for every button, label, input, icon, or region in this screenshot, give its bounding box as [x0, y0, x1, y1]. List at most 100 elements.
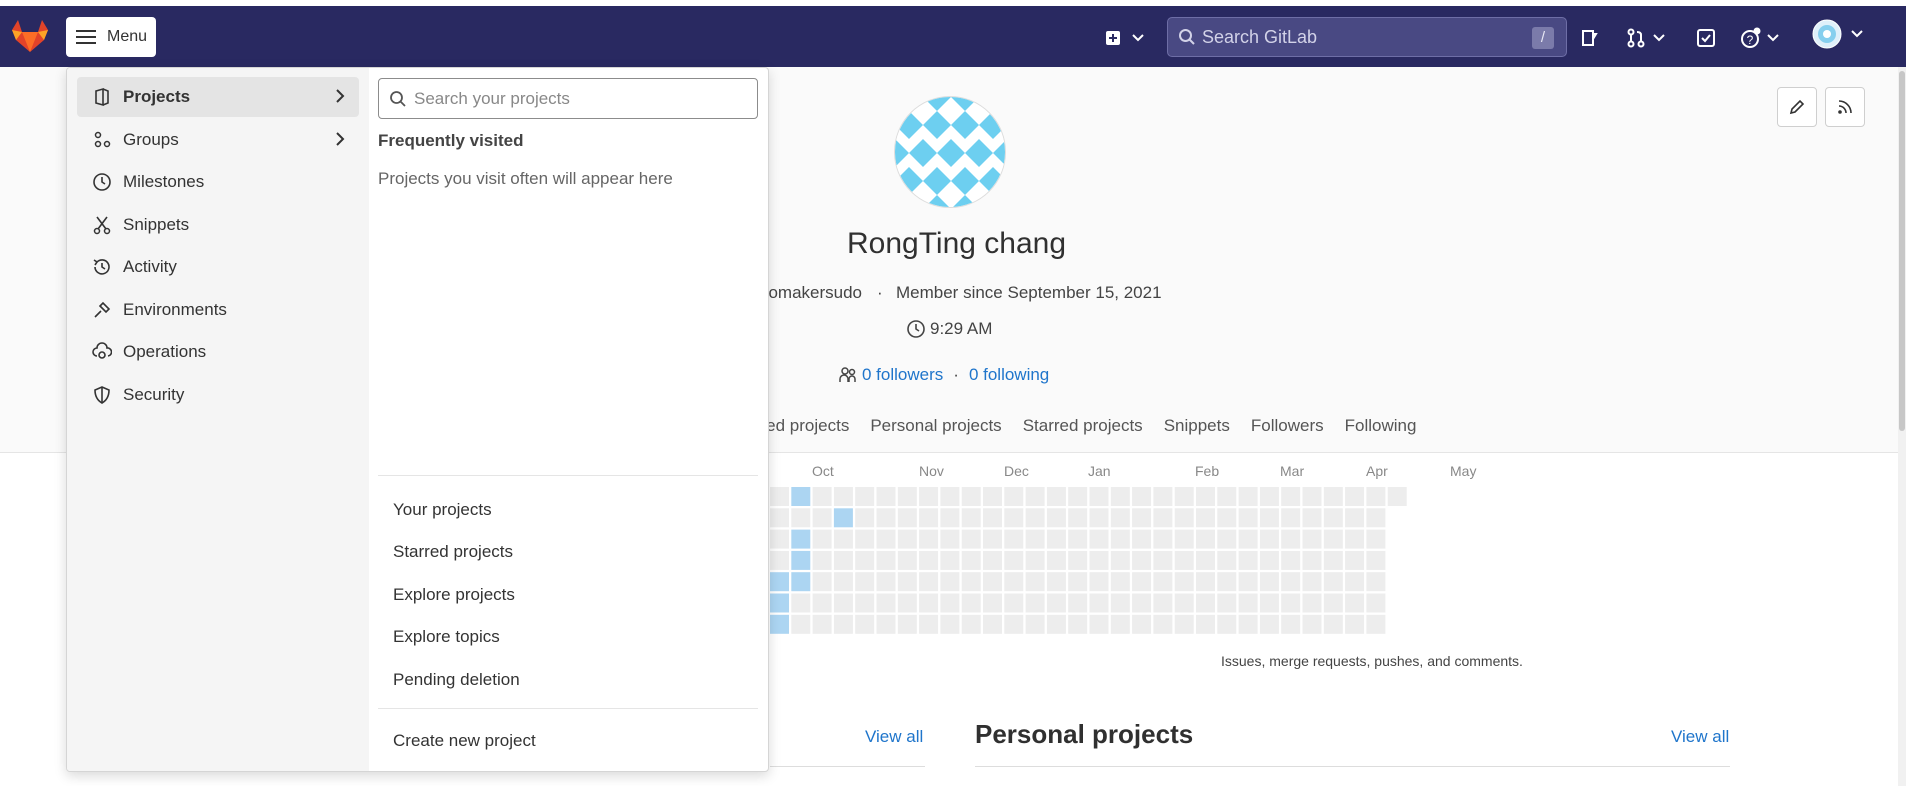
calendar-day[interactable]	[1259, 614, 1279, 634]
calendar-day[interactable]	[1323, 508, 1343, 528]
calendar-day[interactable]	[897, 614, 917, 634]
calendar-day[interactable]	[983, 614, 1002, 634]
your-projects-link[interactable]: Your projects	[393, 500, 492, 520]
calendar-day[interactable]	[1323, 593, 1343, 613]
calendar-day[interactable]	[919, 508, 939, 528]
calendar-day[interactable]	[1110, 572, 1130, 592]
calendar-day[interactable]	[1153, 572, 1173, 592]
calendar-day[interactable]	[897, 572, 917, 592]
calendar-day[interactable]	[1132, 529, 1152, 549]
calendar-day[interactable]	[961, 487, 981, 506]
calendar-day[interactable]	[961, 529, 981, 549]
calendar-day[interactable]	[1366, 508, 1386, 528]
calendar-day[interactable]	[855, 614, 875, 634]
calendar-day[interactable]	[1366, 487, 1386, 506]
calendar-day[interactable]	[1302, 614, 1322, 634]
personal-view-all-link[interactable]: View all	[1671, 727, 1729, 747]
calendar-day[interactable]	[1302, 487, 1322, 506]
calendar-day[interactable]	[1217, 572, 1237, 592]
calendar-day[interactable]	[961, 614, 981, 634]
calendar-day[interactable]	[1323, 614, 1343, 634]
calendar-day[interactable]	[833, 550, 853, 570]
calendar-day[interactable]	[833, 529, 853, 549]
calendar-day[interactable]	[1238, 593, 1258, 613]
calendar-day[interactable]	[919, 550, 939, 570]
calendar-day[interactable]	[1387, 487, 1407, 506]
calendar-day[interactable]	[1323, 572, 1343, 592]
calendar-day[interactable]	[791, 572, 811, 592]
menu-item-projects[interactable]: Projects	[77, 77, 359, 117]
calendar-day[interactable]	[1217, 508, 1237, 528]
calendar-day[interactable]	[1068, 487, 1088, 506]
calendar-day[interactable]	[1174, 487, 1194, 506]
calendar-day[interactable]	[1046, 550, 1066, 570]
calendar-day[interactable]	[876, 487, 896, 506]
menu-item-groups[interactable]: Groups	[77, 120, 359, 160]
global-search-input[interactable]: Search GitLab /	[1167, 17, 1567, 57]
calendar-day[interactable]	[961, 508, 981, 528]
calendar-day[interactable]	[983, 593, 1002, 613]
calendar-day[interactable]	[1217, 487, 1237, 506]
calendar-day[interactable]	[1259, 593, 1279, 613]
calendar-day[interactable]	[1281, 529, 1301, 549]
pending-deletion-link[interactable]: Pending deletion	[393, 670, 520, 690]
calendar-day[interactable]	[1110, 508, 1130, 528]
calendar-day[interactable]	[1238, 614, 1258, 634]
menu-item-security[interactable]: Security	[77, 375, 359, 415]
calendar-day[interactable]	[833, 572, 853, 592]
calendar-day[interactable]	[940, 593, 960, 613]
calendar-day[interactable]	[1110, 487, 1130, 506]
calendar-day[interactable]	[1004, 529, 1024, 549]
starred-projects-link[interactable]: Starred projects	[393, 542, 513, 562]
calendar-day[interactable]	[1345, 593, 1365, 613]
calendar-day[interactable]	[1025, 614, 1045, 634]
calendar-day[interactable]	[1281, 572, 1301, 592]
help-button[interactable]: ?	[1740, 26, 1780, 50]
calendar-day[interactable]	[1217, 550, 1237, 570]
calendar-day[interactable]	[1302, 529, 1322, 549]
calendar-day[interactable]	[961, 593, 981, 613]
calendar-day[interactable]	[876, 593, 896, 613]
calendar-day[interactable]	[791, 529, 811, 549]
calendar-day[interactable]	[1068, 550, 1088, 570]
user-avatar-button[interactable]	[1812, 19, 1864, 49]
calendar-day[interactable]	[1302, 593, 1322, 613]
calendar-day[interactable]	[1025, 487, 1045, 506]
calendar-day[interactable]	[1196, 572, 1215, 592]
calendar-day[interactable]	[1366, 529, 1386, 549]
explore-topics-link[interactable]: Explore topics	[393, 627, 500, 647]
calendar-day[interactable]	[1217, 529, 1237, 549]
calendar-day[interactable]	[897, 550, 917, 570]
calendar-day[interactable]	[1259, 572, 1279, 592]
calendar-day[interactable]	[1259, 508, 1279, 528]
calendar-day[interactable]	[940, 487, 960, 506]
calendar-day[interactable]	[1153, 593, 1173, 613]
calendar-day[interactable]	[1004, 508, 1024, 528]
create-new-project-link[interactable]: Create new project	[393, 731, 536, 751]
calendar-day[interactable]	[1323, 529, 1343, 549]
calendar-day[interactable]	[1153, 487, 1173, 506]
calendar-day[interactable]	[1281, 550, 1301, 570]
calendar-day[interactable]	[1345, 550, 1365, 570]
calendar-day[interactable]	[770, 550, 789, 570]
calendar-day[interactable]	[897, 487, 917, 506]
calendar-day[interactable]	[833, 614, 853, 634]
calendar-day[interactable]	[1323, 487, 1343, 506]
calendar-day[interactable]	[940, 550, 960, 570]
calendar-day[interactable]	[1046, 593, 1066, 613]
calendar-day[interactable]	[1025, 572, 1045, 592]
page-scrollbar[interactable]	[1898, 67, 1906, 786]
calendar-day[interactable]	[1110, 614, 1130, 634]
calendar-day[interactable]	[1281, 508, 1301, 528]
calendar-day[interactable]	[1345, 572, 1365, 592]
menu-button[interactable]: Menu	[66, 17, 156, 57]
calendar-day[interactable]	[1004, 550, 1024, 570]
calendar-day[interactable]	[1174, 572, 1194, 592]
menu-item-operations[interactable]: Operations	[77, 332, 359, 372]
calendar-day[interactable]	[1046, 487, 1066, 506]
explore-projects-link[interactable]: Explore projects	[393, 585, 515, 605]
calendar-day[interactable]	[961, 550, 981, 570]
calendar-day[interactable]	[1132, 508, 1152, 528]
calendar-day[interactable]	[1302, 572, 1322, 592]
calendar-day[interactable]	[1302, 550, 1322, 570]
